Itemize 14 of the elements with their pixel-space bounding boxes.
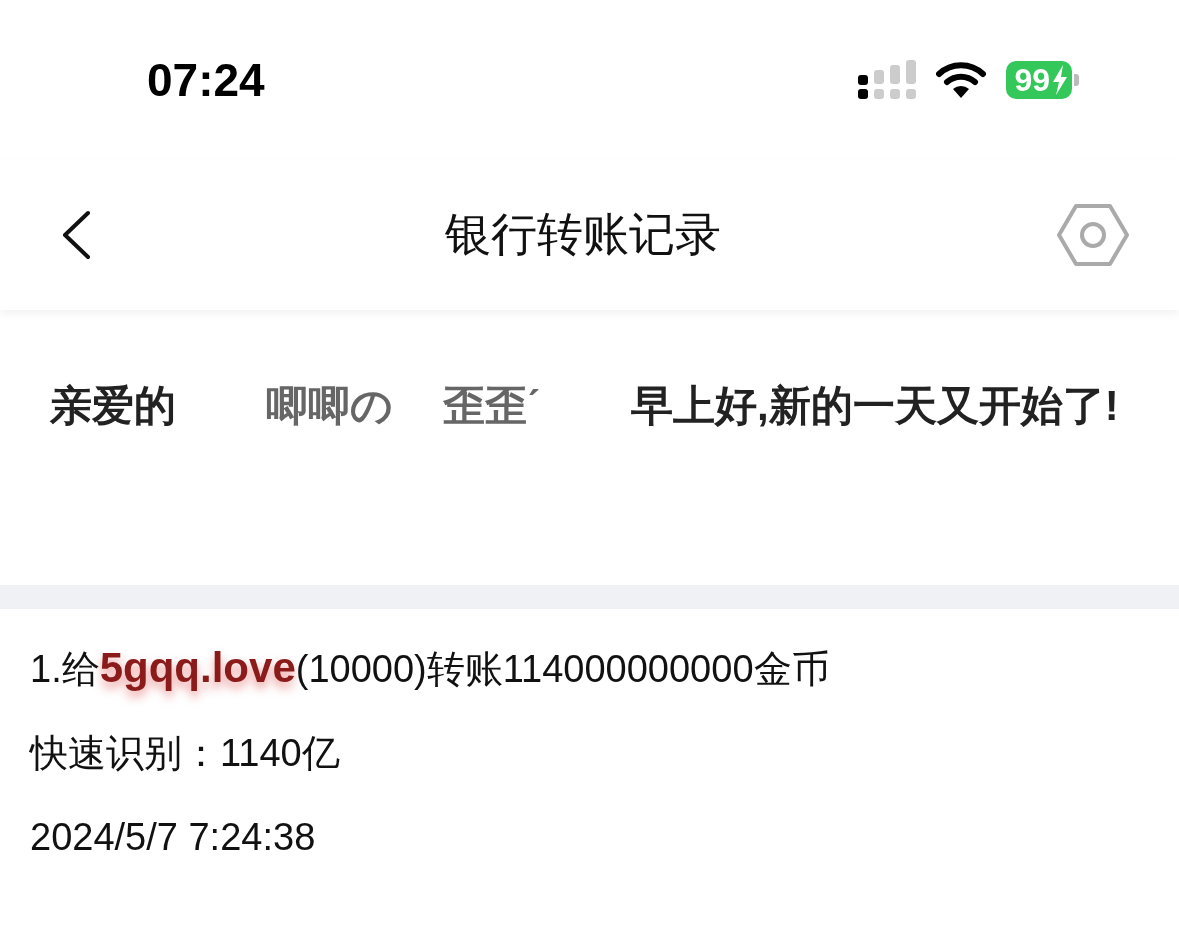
status-time: 07:24 — [147, 53, 265, 107]
greeting-text: 亲爱的 — [50, 382, 176, 429]
user-name: 歪歪ˊ — [443, 382, 541, 429]
battery-level: 99 — [1014, 63, 1050, 97]
battery-tip-icon — [1074, 74, 1079, 86]
user-name: 唧唧の — [266, 382, 393, 429]
back-icon[interactable] — [60, 210, 92, 260]
signal-icon — [858, 60, 917, 100]
transfer-record: 1.给5gqq.love(10000)转账114000000000金币 — [30, 643, 831, 693]
wifi-icon — [936, 61, 987, 99]
record-time: 2024/5/7 7:24:38 — [30, 815, 317, 860]
page-title: 银行转账记录 — [444, 207, 721, 262]
greeting-text: 早上好,新的一天又开始了! — [631, 382, 1119, 429]
quick-amount: 快速识别：1140亿 — [30, 731, 341, 776]
